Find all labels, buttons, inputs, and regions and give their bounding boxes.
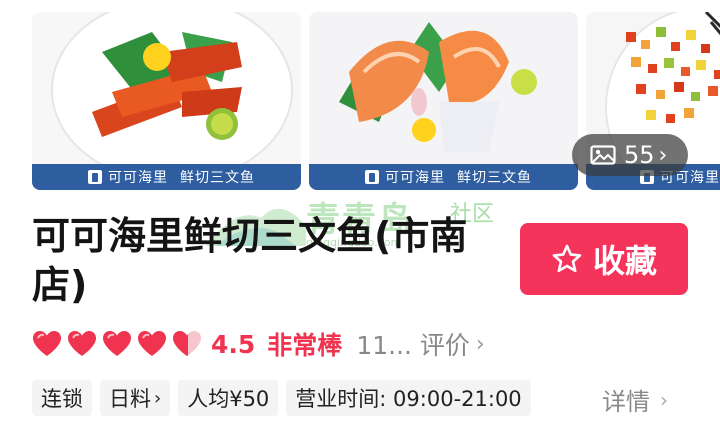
- favorite-button[interactable]: 收藏: [520, 223, 688, 295]
- tag-label: 连锁: [41, 387, 83, 411]
- caption-dish: 鲜切三文鱼: [180, 170, 255, 186]
- photo-count-badge[interactable]: 55 ›: [572, 134, 688, 176]
- tag-label: 日料: [109, 387, 151, 411]
- brand-logo-icon: [88, 170, 102, 184]
- rating-hearts: [32, 330, 207, 358]
- tag-chain: 连锁: [32, 380, 92, 416]
- salmon-sashimi-image: [309, 12, 578, 166]
- tag-price: 人均¥50: [178, 380, 279, 416]
- rating-word: 非常棒: [267, 331, 343, 360]
- rating-row[interactable]: 4.5 非常棒 11... 评价 ›: [32, 326, 485, 362]
- tag-label: 营业时间: 09:00-21:00: [295, 387, 522, 411]
- tag-label: 人均¥50: [187, 387, 270, 411]
- favorite-label: 收藏: [592, 242, 657, 280]
- tag-hours: 营业时间: 09:00-21:00: [286, 380, 531, 416]
- chevron-right-icon: ›: [658, 142, 668, 168]
- details-label: 详情: [602, 388, 650, 416]
- gallery-photo-1[interactable]: 可可海里 鲜切三文鱼: [32, 12, 301, 190]
- image-icon: [590, 145, 616, 165]
- details-link[interactable]: 详情 ›: [602, 382, 668, 417]
- heart-full-icon: [103, 331, 131, 356]
- shop-tags: 连锁 日料 › 人均¥50 营业时间: 09:00-21:00: [32, 380, 539, 416]
- review-count[interactable]: 11... 评价: [356, 326, 470, 362]
- photo-count-value: 55: [624, 141, 655, 169]
- rating-score: 4.5: [211, 329, 256, 359]
- chevron-right-icon: ›: [660, 387, 668, 412]
- caption-brand: 可可海里: [108, 170, 168, 186]
- caption-dish: 鲜切三文鱼: [457, 170, 532, 186]
- chevron-right-icon: ›: [154, 387, 162, 409]
- star-outline-icon: [552, 244, 582, 273]
- caption-brand: 可可海里: [385, 170, 445, 186]
- heart-half-icon: [173, 331, 201, 356]
- heart-full-icon: [33, 331, 61, 356]
- photo-caption-bar: 可可海里 鲜切三文鱼: [309, 164, 578, 190]
- tag-cuisine[interactable]: 日料 ›: [100, 380, 171, 416]
- heart-full-icon: [68, 331, 96, 356]
- heart-full-icon: [138, 331, 166, 356]
- salmon-dish-image: [32, 12, 301, 166]
- shop-title: 可可海里鲜切三文鱼(市南店): [32, 214, 468, 307]
- photo-caption-bar: 可可海里 鲜切三文鱼: [32, 164, 301, 190]
- brand-logo-icon: [365, 170, 379, 184]
- gallery-photo-2[interactable]: 可可海里 鲜切三文鱼: [309, 12, 578, 190]
- chevron-right-icon: ›: [475, 331, 485, 357]
